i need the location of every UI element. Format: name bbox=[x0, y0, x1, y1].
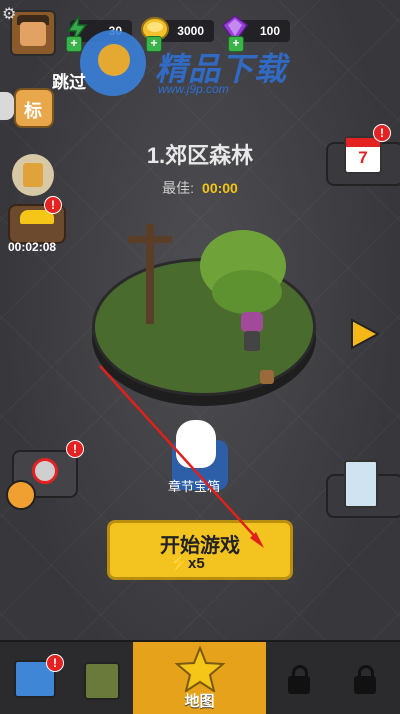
tutorial-arrow bbox=[99, 365, 264, 548]
nav-map[interactable]: 地图 bbox=[133, 642, 266, 714]
bottom-nav: ! 地图 bbox=[0, 640, 400, 714]
nav-locked-1[interactable] bbox=[266, 642, 332, 714]
nav-equipment[interactable] bbox=[66, 642, 132, 714]
lock-icon bbox=[288, 665, 310, 694]
nav-shop[interactable]: ! bbox=[0, 642, 66, 714]
notification-badge: ! bbox=[46, 654, 64, 672]
nav-locked-2[interactable] bbox=[332, 642, 398, 714]
lock-icon bbox=[354, 665, 376, 694]
nav-map-label: 地图 bbox=[184, 693, 215, 710]
vest-icon bbox=[84, 662, 120, 700]
